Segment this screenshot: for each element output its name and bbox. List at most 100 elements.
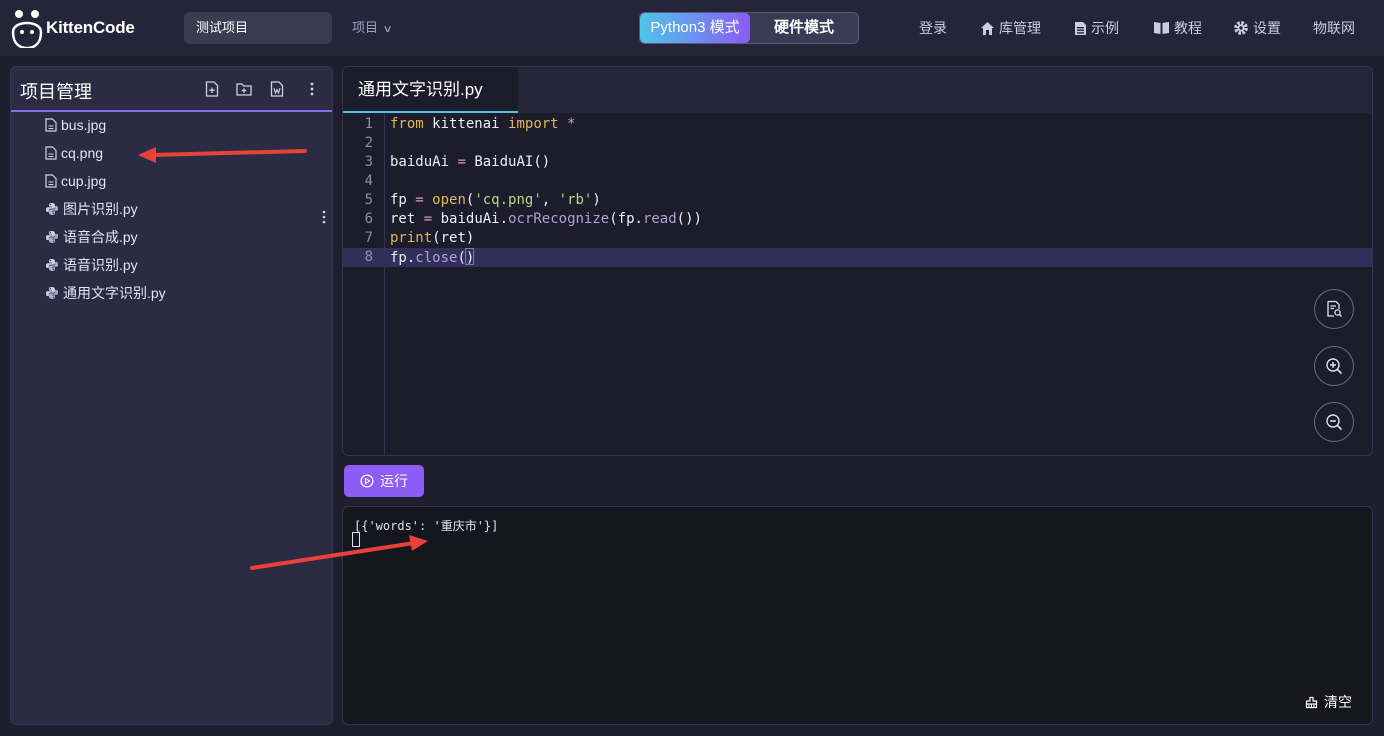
gear-icon	[1234, 21, 1248, 35]
code-text: fp = open('cq.png', 'rb')	[390, 192, 601, 208]
file-tree-item[interactable]: 语音识别.py	[45, 254, 138, 276]
nav-examples[interactable]: 示例	[1074, 16, 1119, 40]
clear-console-button[interactable]: 清空	[1305, 692, 1352, 712]
file-item-more-button[interactable]	[322, 210, 326, 228]
book-icon	[1154, 22, 1169, 34]
code-text: ret = baiduAi.ocrRecognize(fp.read())	[390, 211, 702, 227]
code-text: from kittenai import *	[390, 116, 576, 132]
home-icon	[981, 21, 994, 35]
project-panel-title: 项目管理	[20, 82, 92, 102]
line-number: 1	[364, 116, 373, 132]
upload-file-icon	[270, 81, 284, 97]
zoom-out-button[interactable]	[1314, 402, 1354, 442]
file-tree-item-label: 通用文字识别.py	[63, 285, 166, 301]
line-number: 8	[364, 249, 373, 265]
run-button[interactable]: 运行	[344, 465, 424, 497]
kitten-logo-icon	[11, 10, 43, 48]
code-text: baiduAi = BaiduAI()	[390, 154, 551, 170]
line-number: 6	[364, 211, 373, 227]
nav-tutorial-label: 教程	[1174, 20, 1202, 36]
nav-settings[interactable]: 设置	[1233, 16, 1281, 40]
new-file-button[interactable]	[203, 80, 221, 98]
panel-more-button[interactable]	[303, 80, 321, 98]
code-line[interactable]: 2	[343, 134, 1372, 153]
nav-iot-label: 物联网	[1313, 20, 1355, 36]
more-vertical-icon	[322, 210, 326, 224]
bracket-match-marker	[465, 248, 475, 265]
file-tree-item-label: 语音合成.py	[63, 229, 138, 245]
logo-text: KittenCode	[46, 18, 135, 37]
file-tree-item-label: 语音识别.py	[63, 257, 138, 273]
code-line[interactable]: 6 ret = baiduAi.ocrRecognize(fp.read())	[343, 210, 1372, 229]
clear-icon	[1305, 696, 1318, 708]
project-panel: 项目管理 bus.jpg cq.png cup.jpg 图片识别.py 语音合成.py 语…	[10, 66, 333, 725]
nav-library-label: 库管理	[999, 20, 1041, 36]
project-dropdown-label: 项目	[352, 20, 379, 35]
file-tree-item[interactable]: cup.jpg	[45, 170, 106, 192]
line-number: 2	[364, 135, 373, 151]
python-mode-button[interactable]: Python3 模式	[640, 13, 750, 43]
nav-tutorial[interactable]: 教程	[1153, 16, 1202, 40]
file-tree-item[interactable]: 语音合成.py	[45, 226, 138, 248]
code-editor[interactable]: 通用文字识别.py 1 from kittenai import * 2 3 baidu…	[342, 66, 1373, 456]
top-navigation-bar: KittenCode 测试项目 项目 ∨ Python3 模式 硬件模式 登录 库…	[0, 0, 1384, 56]
file-icon	[45, 118, 57, 132]
mode-switch: Python3 模式 硬件模式	[639, 12, 859, 44]
python-icon	[46, 203, 58, 215]
zoom-out-icon	[1326, 414, 1343, 431]
project-dropdown[interactable]: 项目 ∨	[352, 12, 393, 44]
chevron-down-icon: ∨	[382, 24, 393, 35]
code-line[interactable]: 3 baiduAi = BaiduAI()	[343, 153, 1372, 172]
file-tree-item-label: bus.jpg	[61, 117, 107, 133]
python-icon	[46, 287, 58, 299]
editor-tab-bar: 通用文字识别.py	[343, 67, 1372, 113]
play-icon	[360, 474, 374, 488]
file-icon	[45, 174, 57, 188]
line-number: 3	[364, 154, 373, 170]
search-document-icon	[1327, 300, 1342, 317]
file-tree-item[interactable]: 图片识别.py	[45, 198, 138, 220]
hardware-mode-button[interactable]: 硬件模式	[750, 13, 858, 43]
nav-settings-label: 设置	[1253, 20, 1281, 36]
console-output-line: [{'words': '重庆市'}]	[354, 519, 499, 533]
file-tree-item[interactable]: 通用文字识别.py	[45, 282, 166, 304]
zoom-in-button[interactable]	[1314, 346, 1354, 386]
line-number: 5	[364, 192, 373, 208]
output-console[interactable]: [{'words': '重庆市'}] 清空	[342, 506, 1373, 725]
project-panel-header: 项目管理	[11, 67, 332, 112]
logo[interactable]: KittenCode	[10, 6, 135, 50]
code-line[interactable]: 1 from kittenai import *	[343, 115, 1372, 134]
python-icon	[46, 259, 58, 271]
file-tree-item-label: 图片识别.py	[63, 201, 138, 217]
upload-file-button[interactable]	[268, 80, 286, 98]
new-file-icon	[205, 81, 219, 97]
file-tree-item[interactable]: bus.jpg	[45, 114, 106, 136]
file-tree-item-label: cup.jpg	[61, 173, 107, 189]
file-tree-item-label: cq.png	[61, 145, 104, 161]
code-line[interactable]: 7 print(ret)	[343, 229, 1372, 248]
editor-tab[interactable]: 通用文字识别.py	[343, 67, 518, 113]
code-line[interactable]: 4	[343, 172, 1372, 191]
new-folder-button[interactable]	[235, 80, 253, 98]
line-number: 4	[364, 173, 373, 189]
zoom-in-icon	[1326, 358, 1343, 375]
new-folder-icon	[236, 83, 252, 96]
project-name-field[interactable]: 测试项目	[184, 12, 332, 44]
clear-console-label: 清空	[1324, 694, 1352, 710]
nav-iot[interactable]: 物联网	[1313, 16, 1355, 40]
code-text: print(ret)	[390, 230, 475, 246]
run-button-label: 运行	[380, 473, 408, 489]
nav-library[interactable]: 库管理	[980, 16, 1041, 40]
file-tree-item[interactable]: cq.png	[45, 142, 103, 164]
console-cursor	[352, 532, 360, 547]
search-document-button[interactable]	[1314, 289, 1354, 329]
nav-examples-label: 示例	[1091, 20, 1119, 36]
code-line[interactable]: 5 fp = open('cq.png', 'rb')	[343, 191, 1372, 210]
file-icon	[45, 146, 57, 160]
code-line[interactable]: 8 fp.close()	[343, 248, 1372, 267]
nav-login-label: 登录	[919, 20, 947, 36]
document-icon	[1075, 21, 1086, 35]
code-text: fp.close()	[390, 248, 475, 266]
python-icon	[46, 231, 58, 243]
nav-login[interactable]: 登录	[919, 16, 947, 40]
